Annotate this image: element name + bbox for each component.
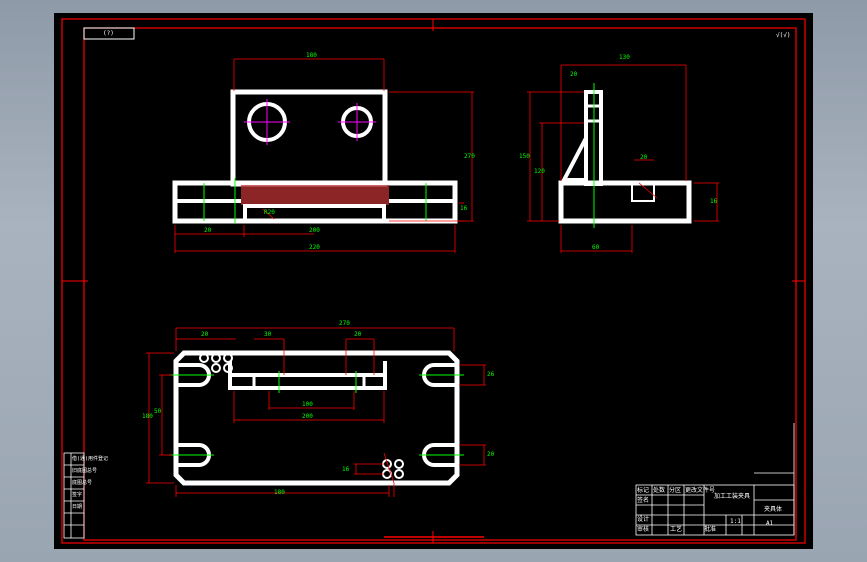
top-dim-b: 30	[264, 331, 272, 338]
title-block-zone: 分区	[669, 487, 682, 494]
title-block-change: 更改文件号	[685, 487, 716, 494]
side-dim-bottom: 60	[592, 244, 600, 251]
title-block-mark: 标记	[637, 487, 650, 494]
title-block-approve: 批准	[704, 526, 717, 533]
title-block-count: 处数	[653, 487, 666, 494]
side-table-row-2: 旧底图总号	[72, 468, 98, 474]
front-dim-radius: R20	[264, 209, 275, 216]
side-table-row-5: 日期	[72, 504, 83, 510]
side-dim-height: 150	[519, 153, 530, 160]
title-block-drawing-no: A1	[766, 520, 774, 527]
side-dim-inner: 120	[534, 168, 545, 175]
side-table-row-1: 借(通)用件登记	[72, 456, 109, 462]
top-dim-height: 180	[142, 413, 153, 420]
front-dim-left: 20	[204, 227, 212, 234]
front-view	[172, 58, 474, 253]
side-table-row-3: 底图总号	[72, 480, 93, 486]
front-dim-right: 16	[460, 205, 468, 212]
side-view	[527, 64, 719, 253]
side-dim-slot: 20	[640, 154, 648, 161]
front-dim-mid: 200	[309, 227, 320, 234]
top-dim-overall: 270	[339, 320, 350, 327]
title-block-review: 审核	[637, 526, 650, 533]
title-block	[635, 423, 795, 536]
top-dim-slot-2: 20	[487, 451, 495, 458]
cad-drawing-canvas[interactable]: (?) √(√) 180 270 16 R20 20 200 220 130 2…	[54, 13, 813, 549]
top-dim-hole: 16	[342, 466, 350, 473]
title-block-subtitle: 夹具体	[764, 506, 783, 513]
drawing-sheet	[61, 18, 806, 544]
top-dim-slot-pitch: 50	[154, 408, 162, 415]
title-block-design: 设计	[637, 516, 650, 523]
title-block-scale: 1:1	[730, 518, 741, 525]
side-dim-sub: 20	[570, 71, 578, 78]
top-dim-bottom: 180	[274, 489, 285, 496]
title-block-part-name: 加工工装夹具	[714, 493, 751, 500]
top-dim-slot-1: 26	[487, 371, 495, 378]
front-dim-bottom: 220	[309, 244, 320, 251]
front-dim-top: 180	[306, 52, 317, 59]
sheet-tag: (?)	[103, 30, 114, 37]
top-dim-span: 200	[302, 413, 313, 420]
front-dim-height: 270	[464, 153, 475, 160]
roughness-symbol: √(√)	[776, 32, 791, 39]
top-dim-c: 20	[354, 331, 362, 338]
top-dim-rib: 100	[302, 401, 313, 408]
top-view	[146, 327, 486, 497]
side-dim-top: 130	[619, 54, 630, 61]
side-table-row-4: 签字	[72, 492, 83, 498]
top-dim-a: 20	[201, 331, 209, 338]
side-dim-right: 16	[710, 198, 718, 205]
title-block-sign: 签名	[637, 497, 650, 504]
title-block-process: 工艺	[670, 526, 683, 533]
